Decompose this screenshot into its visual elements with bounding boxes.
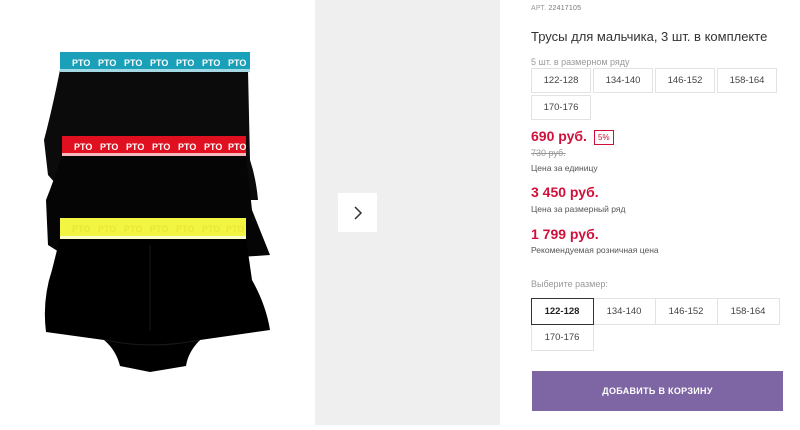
svg-text:PTO: PTO <box>202 224 220 234</box>
old-price: 730 руб. <box>531 148 566 158</box>
size-range-list: 122-128 134-140 146-152 158-164 170-176 <box>531 68 777 120</box>
discount-badge: 5% <box>594 130 614 145</box>
unit-price-note: Цена за единицу <box>531 163 598 173</box>
svg-text:PTO: PTO <box>150 58 168 68</box>
svg-text:PTO: PTO <box>124 58 142 68</box>
article-label: АРТ. <box>531 5 547 12</box>
svg-text:PTO: PTO <box>72 58 90 68</box>
size-selector: 122-128 134-140 146-152 158-164 170-176 <box>530 297 780 351</box>
choose-size-caption: Выберите размер: <box>531 279 608 289</box>
svg-text:PTO: PTO <box>226 224 244 234</box>
size-range-item: 158-164 <box>717 68 777 93</box>
retail-price: 1 799 руб. <box>531 226 599 242</box>
svg-text:PTO: PTO <box>150 224 168 234</box>
svg-text:PTO: PTO <box>74 142 92 152</box>
underwear-set-illustration: PTO PTO PTO PTO PTO PTO PTO PTO PTO PTO … <box>44 52 270 372</box>
size-range-item: 146-152 <box>655 68 715 93</box>
svg-text:PTO: PTO <box>124 224 142 234</box>
size-range-item: 134-140 <box>593 68 653 93</box>
red-band-print: PTO PTO PTO PTO PTO PTO PTO <box>74 142 246 152</box>
product-title: Трусы для мальчика, 3 шт. в комплекте <box>531 29 768 44</box>
add-to-cart-button[interactable]: ДОБАВИТЬ В КОРЗИНУ <box>532 371 783 411</box>
range-price-note: Цена за размерный ряд <box>531 204 626 214</box>
gallery-next-button[interactable] <box>338 193 377 232</box>
teal-band-print: PTO PTO PTO PTO PTO PTO PTO <box>72 58 246 68</box>
svg-text:PTO: PTO <box>152 142 170 152</box>
yellow-band-print: PTO PTO PTO PTO PTO PTO PTO <box>72 224 244 234</box>
svg-text:PTO: PTO <box>228 58 246 68</box>
size-range-item: 122-128 <box>531 68 591 93</box>
svg-text:PTO: PTO <box>228 142 246 152</box>
article-value: 22417105 <box>548 5 582 12</box>
retail-price-note: Рекомендуемая розничная цена <box>531 245 659 255</box>
svg-text:PTO: PTO <box>98 224 116 234</box>
unit-price: 690 руб. <box>531 128 587 144</box>
product-main-image[interactable]: PTO PTO PTO PTO PTO PTO PTO PTO PTO PTO … <box>0 0 315 425</box>
svg-text:PTO: PTO <box>98 58 116 68</box>
svg-text:PTO: PTO <box>204 142 222 152</box>
size-range-caption: 5 шт. в размерном ряду <box>531 57 630 67</box>
size-option[interactable]: 158-164 <box>716 297 780 325</box>
article-number: АРТ. 22417105 <box>531 5 581 12</box>
size-option[interactable]: 170-176 <box>530 323 594 351</box>
range-price: 3 450 руб. <box>531 184 599 200</box>
chevron-right-icon <box>353 205 362 220</box>
svg-text:PTO: PTO <box>72 224 90 234</box>
svg-text:PTO: PTO <box>178 142 196 152</box>
svg-text:PTO: PTO <box>100 142 118 152</box>
size-range-item: 170-176 <box>531 95 591 120</box>
svg-text:PTO: PTO <box>176 58 194 68</box>
svg-text:PTO: PTO <box>126 142 144 152</box>
svg-text:PTO: PTO <box>202 58 220 68</box>
size-option[interactable]: 146-152 <box>654 297 718 325</box>
size-option-selected[interactable]: 122-128 <box>530 297 594 325</box>
svg-text:PTO: PTO <box>176 224 194 234</box>
size-option[interactable]: 134-140 <box>592 297 656 325</box>
product-gallery: PTO PTO PTO PTO PTO PTO PTO PTO PTO PTO … <box>0 0 500 425</box>
